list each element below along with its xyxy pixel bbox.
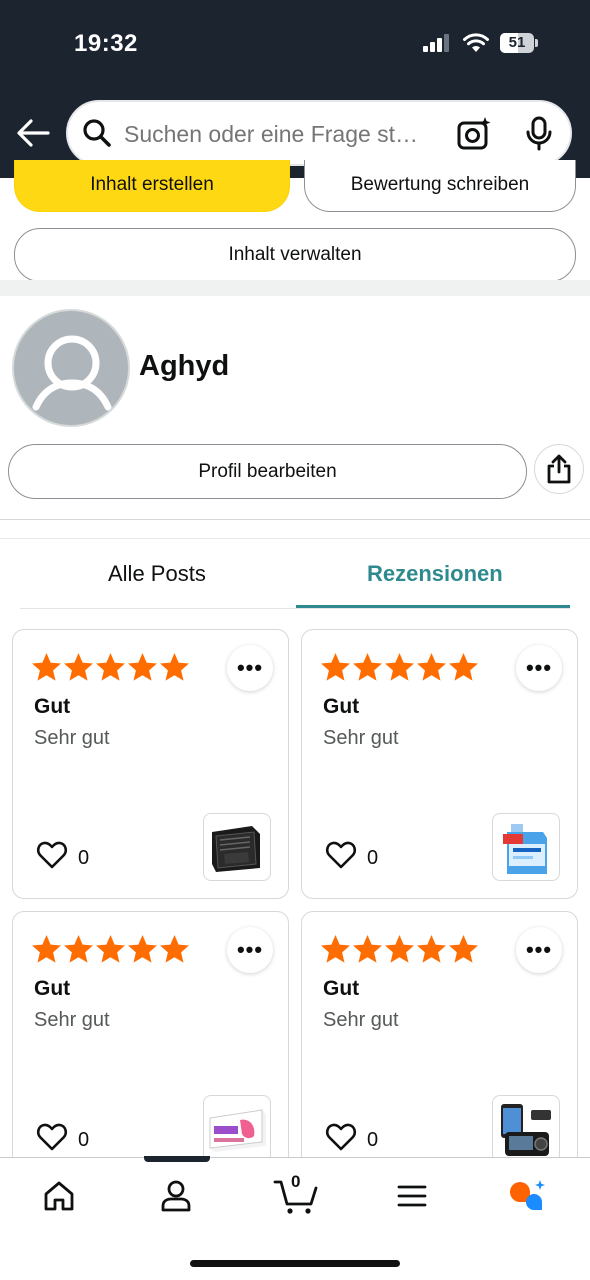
share-button[interactable]: [534, 444, 584, 494]
star-icon: [353, 653, 382, 681]
star-icon: [353, 935, 382, 963]
search-icon: [83, 119, 111, 147]
star-icon: [64, 653, 93, 681]
heart-icon[interactable]: [325, 839, 357, 871]
user-icon: [161, 1180, 191, 1212]
heart-icon[interactable]: [36, 839, 68, 871]
divider: [0, 519, 590, 520]
review-title: Gut: [34, 695, 71, 718]
search-input[interactable]: [124, 121, 440, 148]
review-text: Sehr gut: [34, 1009, 110, 1031]
menu-icon: [397, 1185, 427, 1207]
like-count: 0: [78, 847, 90, 869]
tab-all-posts[interactable]: Alle Posts: [108, 561, 206, 587]
star-icon: [449, 653, 478, 681]
canister-product-image[interactable]: [492, 813, 560, 881]
edit-profile-button[interactable]: Profil bearbeiten: [8, 444, 527, 499]
star-icon: [128, 653, 157, 681]
ai-assistant-icon: [510, 1180, 545, 1210]
star-icon: [160, 653, 189, 681]
battery-icon: 51: [500, 33, 538, 53]
cart-count: 0: [291, 1172, 301, 1191]
star-icon: [417, 653, 446, 681]
like-count: 0: [78, 1129, 90, 1151]
wallet-product-image[interactable]: [203, 813, 271, 881]
box-product-image[interactable]: [203, 1095, 271, 1163]
home-icon: [44, 1181, 74, 1211]
dashcam-product-image[interactable]: [492, 1095, 560, 1163]
review-title: Gut: [323, 977, 360, 1000]
active-nav-indicator: [144, 1156, 210, 1162]
nav-profile[interactable]: [154, 1174, 198, 1218]
star-icon: [64, 935, 93, 963]
star-icon: [385, 653, 414, 681]
microphone-icon[interactable]: [524, 116, 554, 152]
star-icon: [96, 653, 125, 681]
user-placeholder-icon: [32, 335, 112, 411]
wifi-icon: [463, 33, 489, 52]
nav-cart[interactable]: 0: [272, 1172, 320, 1218]
nav-rufus-assistant[interactable]: [505, 1174, 549, 1218]
more-options-button[interactable]: •••: [516, 927, 562, 973]
like-count: 0: [367, 1129, 379, 1151]
star-icon: [128, 935, 157, 963]
avatar[interactable]: [12, 309, 130, 427]
section-divider: [0, 280, 590, 296]
review-card[interactable]: ••• Gut Sehr gut 0: [12, 911, 289, 1181]
nav-home[interactable]: [37, 1174, 81, 1218]
star-icon: [449, 935, 478, 963]
more-options-button[interactable]: •••: [227, 645, 273, 691]
manage-content-button[interactable]: Inhalt verwalten: [14, 228, 576, 282]
review-card[interactable]: ••• Gut Sehr gut 0: [12, 629, 289, 899]
star-rating: [31, 934, 190, 965]
review-title: Gut: [34, 977, 71, 1000]
more-options-button[interactable]: •••: [227, 927, 273, 973]
back-button[interactable]: [14, 114, 52, 152]
star-icon: [96, 935, 125, 963]
heart-icon[interactable]: [325, 1121, 357, 1153]
like-count: 0: [367, 847, 379, 869]
write-review-button[interactable]: Bewertung schreiben: [304, 160, 576, 212]
battery-level: 51: [508, 34, 526, 51]
review-title: Gut: [323, 695, 360, 718]
star-rating: [320, 934, 479, 965]
more-options-button[interactable]: •••: [516, 645, 562, 691]
star-icon: [385, 935, 414, 963]
tab-reviews[interactable]: Rezensionen: [367, 561, 503, 587]
star-icon: [160, 935, 189, 963]
review-card[interactable]: ••• Gut Sehr gut 0: [301, 629, 578, 899]
arrow-left-icon: [17, 119, 50, 147]
app-header: 19:32 51: [0, 0, 590, 178]
create-content-button[interactable]: Inhalt erstellen: [14, 160, 290, 212]
status-time: 19:32: [74, 30, 138, 57]
camera-search-icon[interactable]: [456, 116, 492, 152]
heart-icon[interactable]: [36, 1121, 68, 1153]
search-bar[interactable]: [66, 100, 572, 166]
review-text: Sehr gut: [323, 727, 399, 749]
star-rating: [320, 652, 479, 683]
star-icon: [32, 935, 61, 963]
active-tab-indicator: [296, 605, 570, 608]
tab-divider: [20, 608, 570, 609]
cellular-signal-icon: [423, 34, 451, 52]
star-icon: [321, 935, 350, 963]
star-icon: [417, 935, 446, 963]
home-indicator[interactable]: [190, 1260, 400, 1267]
review-card[interactable]: ••• Gut Sehr gut 0: [301, 911, 578, 1181]
star-icon: [32, 653, 61, 681]
nav-menu[interactable]: [390, 1174, 434, 1218]
profile-name: Aghyd: [139, 350, 230, 382]
review-text: Sehr gut: [34, 727, 110, 749]
star-icon: [321, 653, 350, 681]
review-text: Sehr gut: [323, 1009, 399, 1031]
share-icon: [547, 454, 571, 484]
star-rating: [31, 652, 190, 683]
divider: [0, 538, 590, 539]
